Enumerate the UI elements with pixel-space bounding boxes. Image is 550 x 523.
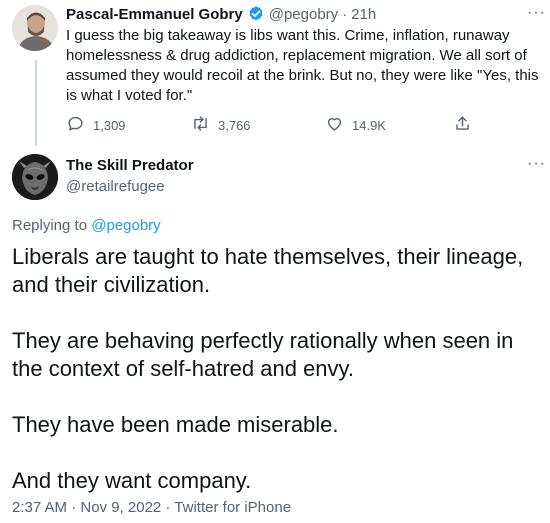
retweet-icon: [191, 114, 210, 136]
tweet-paragraph: Liberals are taught to hate themselves, …: [12, 244, 524, 297]
author-handle[interactable]: @retailrefugee: [66, 178, 165, 195]
avatar-skill-predator[interactable]: [12, 154, 58, 200]
author-name[interactable]: The Skill Predator: [66, 157, 194, 174]
replying-to-handle-link[interactable]: @pegobry: [91, 217, 160, 234]
more-options-icon[interactable]: ···: [527, 4, 546, 22]
retweet-button[interactable]: 3,766: [191, 114, 251, 136]
replying-to: Replying to @pegobry: [12, 217, 161, 234]
author-handle[interactable]: @pegobry: [269, 6, 338, 23]
tweet-paragraph: And they want company.: [12, 468, 252, 493]
reply-count: 1,309: [93, 117, 126, 133]
parent-tweet-actions: 1,309 3,766 14.9K: [66, 114, 476, 134]
retweet-count: 3,766: [218, 117, 251, 133]
tweet-paragraph: They are behaving perfectly rationally w…: [12, 328, 514, 381]
heart-icon: [325, 114, 344, 136]
like-count: 14.9K: [352, 117, 386, 133]
replying-to-label: Replying to: [12, 217, 88, 234]
share-icon: [453, 114, 472, 136]
parent-tweet-header: Pascal-Emmanuel Gobry @pegobry · 21h: [66, 5, 376, 23]
author-name[interactable]: Pascal-Emmanuel Gobry: [66, 6, 243, 23]
main-tweet-text: Liberals are taught to hate themselves, …: [12, 243, 544, 523]
thread-connector-line: [35, 60, 37, 146]
tweet-time[interactable]: 21h: [351, 6, 376, 23]
share-button[interactable]: [453, 114, 472, 136]
avatar-pascal[interactable]: [12, 5, 58, 51]
reply-icon: [66, 114, 85, 136]
tweet-paragraph: They have been made miserable.: [12, 412, 339, 437]
more-options-icon[interactable]: ···: [527, 155, 546, 173]
reply-button[interactable]: 1,309: [66, 114, 126, 136]
like-button[interactable]: 14.9K: [325, 114, 386, 136]
tweet-timestamp[interactable]: 2:37 AM · Nov 9, 2022 · Twitter for iPho…: [12, 499, 291, 516]
separator: ·: [342, 5, 348, 23]
parent-tweet-text: I guess the big takeaway is libs want th…: [66, 27, 539, 104]
verified-badge-icon: [247, 5, 265, 23]
